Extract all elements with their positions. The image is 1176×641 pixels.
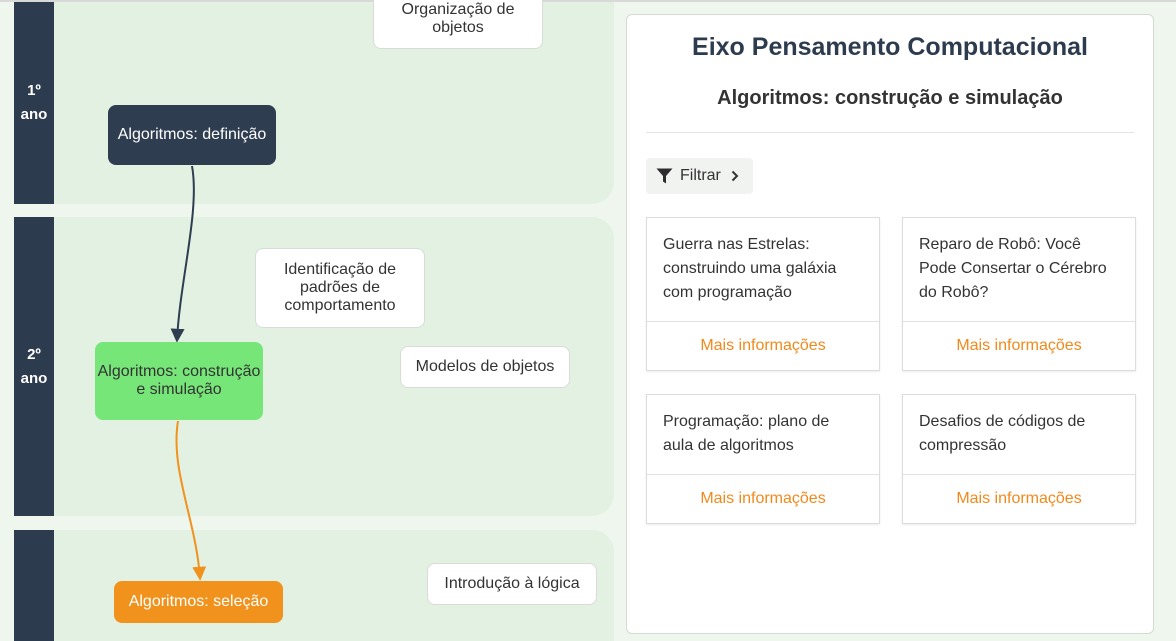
chevron-right-icon [731,170,739,182]
panel-subtitle: Algoritmos: construção e simulação [717,87,1063,109]
node-algoritmos-construcao[interactable]: Algoritmos: construção e simulação [95,342,263,420]
node-identificacao-padroes[interactable]: Identificação de padrões de comportament… [255,248,425,328]
activity-card: Reparo de Robô: Você Pode Consertar o Cé… [902,217,1136,371]
funnel-icon [656,168,673,184]
card-text: Reparo de Robô: Você Pode Consertar o Cé… [919,236,1107,301]
card-text: Desafios de códigos de compressão [919,413,1086,454]
detail-panel: Eixo Pensamento Computacional Algoritmos… [626,14,1154,634]
filter-label: Filtrar [680,167,721,184]
filter-button[interactable]: Filtrar [646,158,753,194]
node-introducao-logica[interactable]: Introdução à lógica [427,563,597,605]
activity-card: Guerra nas Estrelas: construindo uma gal… [646,217,880,371]
card-text: Programação: plano de aula de algoritmos [663,413,830,454]
node-algoritmos-definicao[interactable]: Algoritmos: definição [108,105,276,165]
panel-title: Eixo Pensamento Computacional [692,33,1088,61]
activity-card: Programação: plano de aula de algoritmos… [646,394,880,524]
more-info-link[interactable]: Mais informações [647,321,879,370]
node-organizacao-objetos[interactable]: Organização de objetos [373,0,543,49]
more-info-link[interactable]: Mais informações [647,474,879,523]
node-algoritmos-selecao[interactable]: Algoritmos: seleção [114,581,283,623]
node-modelos-objetos[interactable]: Modelos de objetos [400,346,570,388]
card-text: Guerra nas Estrelas: construindo uma gal… [663,236,837,301]
panel-divider [646,132,1134,133]
activity-card: Desafios de códigos de compressão Mais i… [902,394,1136,524]
edge-definicao-to-construcao [170,165,195,343]
edge-construcao-to-selecao [175,420,207,581]
more-info-link[interactable]: Mais informações [903,321,1135,370]
more-info-link[interactable]: Mais informações [903,474,1135,523]
